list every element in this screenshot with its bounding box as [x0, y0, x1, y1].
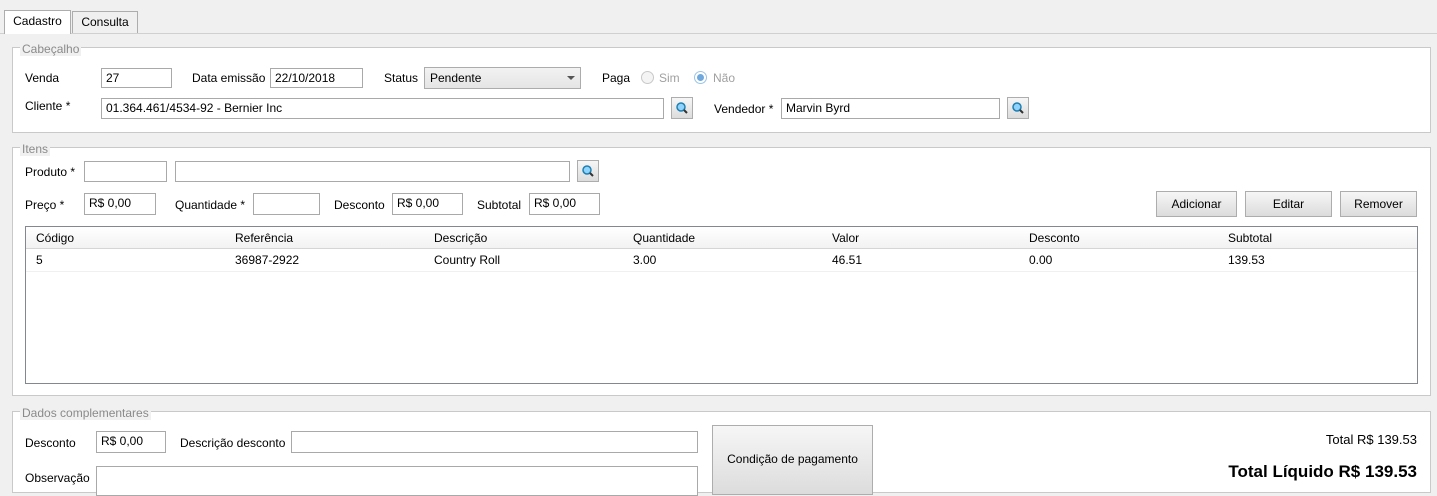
produto-description-field[interactable] — [175, 161, 570, 182]
column-header-valor[interactable]: Valor — [822, 227, 1022, 249]
venda-label: Venda — [25, 71, 60, 85]
total-text: Total R$ 139.53 — [1325, 432, 1417, 447]
cell-codigo: 5 — [36, 253, 43, 267]
cell-descricao: Country Roll — [434, 253, 501, 267]
produto-code-field[interactable] — [84, 161, 167, 182]
paga-label: Paga — [602, 71, 631, 85]
preco-field[interactable]: R$ 0,00 — [84, 193, 156, 215]
item-desconto-label: Desconto — [334, 198, 385, 212]
tab-bar: Cadastro Consulta — [0, 0, 1437, 34]
paga-nao-label: Não — [713, 71, 736, 85]
column-header-subtotal[interactable]: Subtotal — [1218, 227, 1417, 249]
venda-field[interactable]: 27 — [101, 68, 172, 88]
cell-desconto: 0.00 — [1029, 253, 1053, 267]
tab-cadastro[interactable]: Cadastro — [4, 10, 71, 34]
paga-nao-radio[interactable] — [694, 71, 707, 84]
chevron-down-icon — [567, 76, 575, 80]
remover-button[interactable]: Remover — [1340, 191, 1417, 217]
quantidade-field[interactable] — [253, 193, 320, 215]
vendedor-label: Vendedor * — [714, 102, 774, 116]
quantidade-label: Quantidade * — [175, 198, 246, 212]
descricao-desconto-label: Descrição desconto — [180, 436, 286, 450]
adicionar-button[interactable]: Adicionar — [1156, 191, 1237, 217]
itens-table: Código Referência Descrição Quantidade V… — [25, 226, 1418, 384]
data-emissao-label: Data emissão — [192, 71, 266, 85]
column-header-descricao[interactable]: Descrição — [424, 227, 624, 249]
dados-complementares-legend: Dados complementares — [20, 406, 151, 420]
column-header-quantidade[interactable]: Quantidade — [623, 227, 823, 249]
search-icon — [582, 165, 594, 177]
desconto-label: Desconto — [25, 436, 76, 450]
observacao-label: Observação — [25, 471, 90, 485]
cell-quantidade: 3.00 — [633, 253, 657, 267]
tab-consulta[interactable]: Consulta — [72, 11, 138, 33]
condicao-pagamento-button[interactable]: Condição de pagamento — [712, 425, 873, 495]
cliente-field[interactable]: 01.364.461/4534-92 - Bernier Inc — [101, 98, 664, 119]
produto-search-button[interactable] — [577, 160, 599, 182]
search-icon — [676, 102, 688, 114]
cliente-search-button[interactable] — [671, 97, 693, 119]
cell-referencia: 36987-2922 — [235, 253, 300, 267]
column-header-codigo[interactable]: Código — [26, 227, 226, 249]
table-row[interactable]: 5 36987-2922 Country Roll 3.00 46.51 0.0… — [26, 249, 1417, 272]
item-subtotal-label: Subtotal — [477, 198, 522, 212]
itens-legend: Itens — [20, 142, 51, 156]
editar-button[interactable]: Editar — [1245, 191, 1332, 217]
descricao-desconto-field[interactable] — [291, 431, 698, 453]
item-desconto-field[interactable]: R$ 0,00 — [392, 193, 463, 215]
data-emissao-field[interactable]: 22/10/2018 — [270, 68, 363, 88]
cabecalho-legend: Cabeçalho — [20, 42, 82, 56]
observacao-field[interactable] — [96, 466, 698, 496]
produto-label: Produto * — [25, 165, 76, 179]
vendedor-field[interactable]: Marvin Byrd — [781, 98, 1000, 119]
search-icon — [1012, 102, 1024, 114]
cabecalho-group — [12, 47, 1431, 133]
vendedor-search-button[interactable] — [1007, 97, 1029, 119]
status-label: Status — [384, 71, 419, 85]
column-header-desconto[interactable]: Desconto — [1019, 227, 1219, 249]
paga-sim-radio[interactable] — [641, 71, 654, 84]
paga-sim-label: Sim — [659, 71, 680, 85]
cell-subtotal: 139.53 — [1228, 253, 1265, 267]
item-subtotal-field[interactable]: R$ 0,00 — [529, 193, 600, 215]
status-select-value: Pendente — [430, 71, 482, 85]
status-select[interactable]: Pendente — [424, 67, 581, 89]
desconto-field[interactable]: R$ 0,00 — [96, 431, 166, 453]
cliente-label: Cliente * — [25, 99, 71, 113]
preco-label: Preço * — [25, 198, 65, 212]
total-liquido-text: Total Líquido R$ 139.53 — [1228, 462, 1417, 481]
column-header-referencia[interactable]: Referência — [225, 227, 425, 249]
cell-valor: 46.51 — [832, 253, 863, 267]
